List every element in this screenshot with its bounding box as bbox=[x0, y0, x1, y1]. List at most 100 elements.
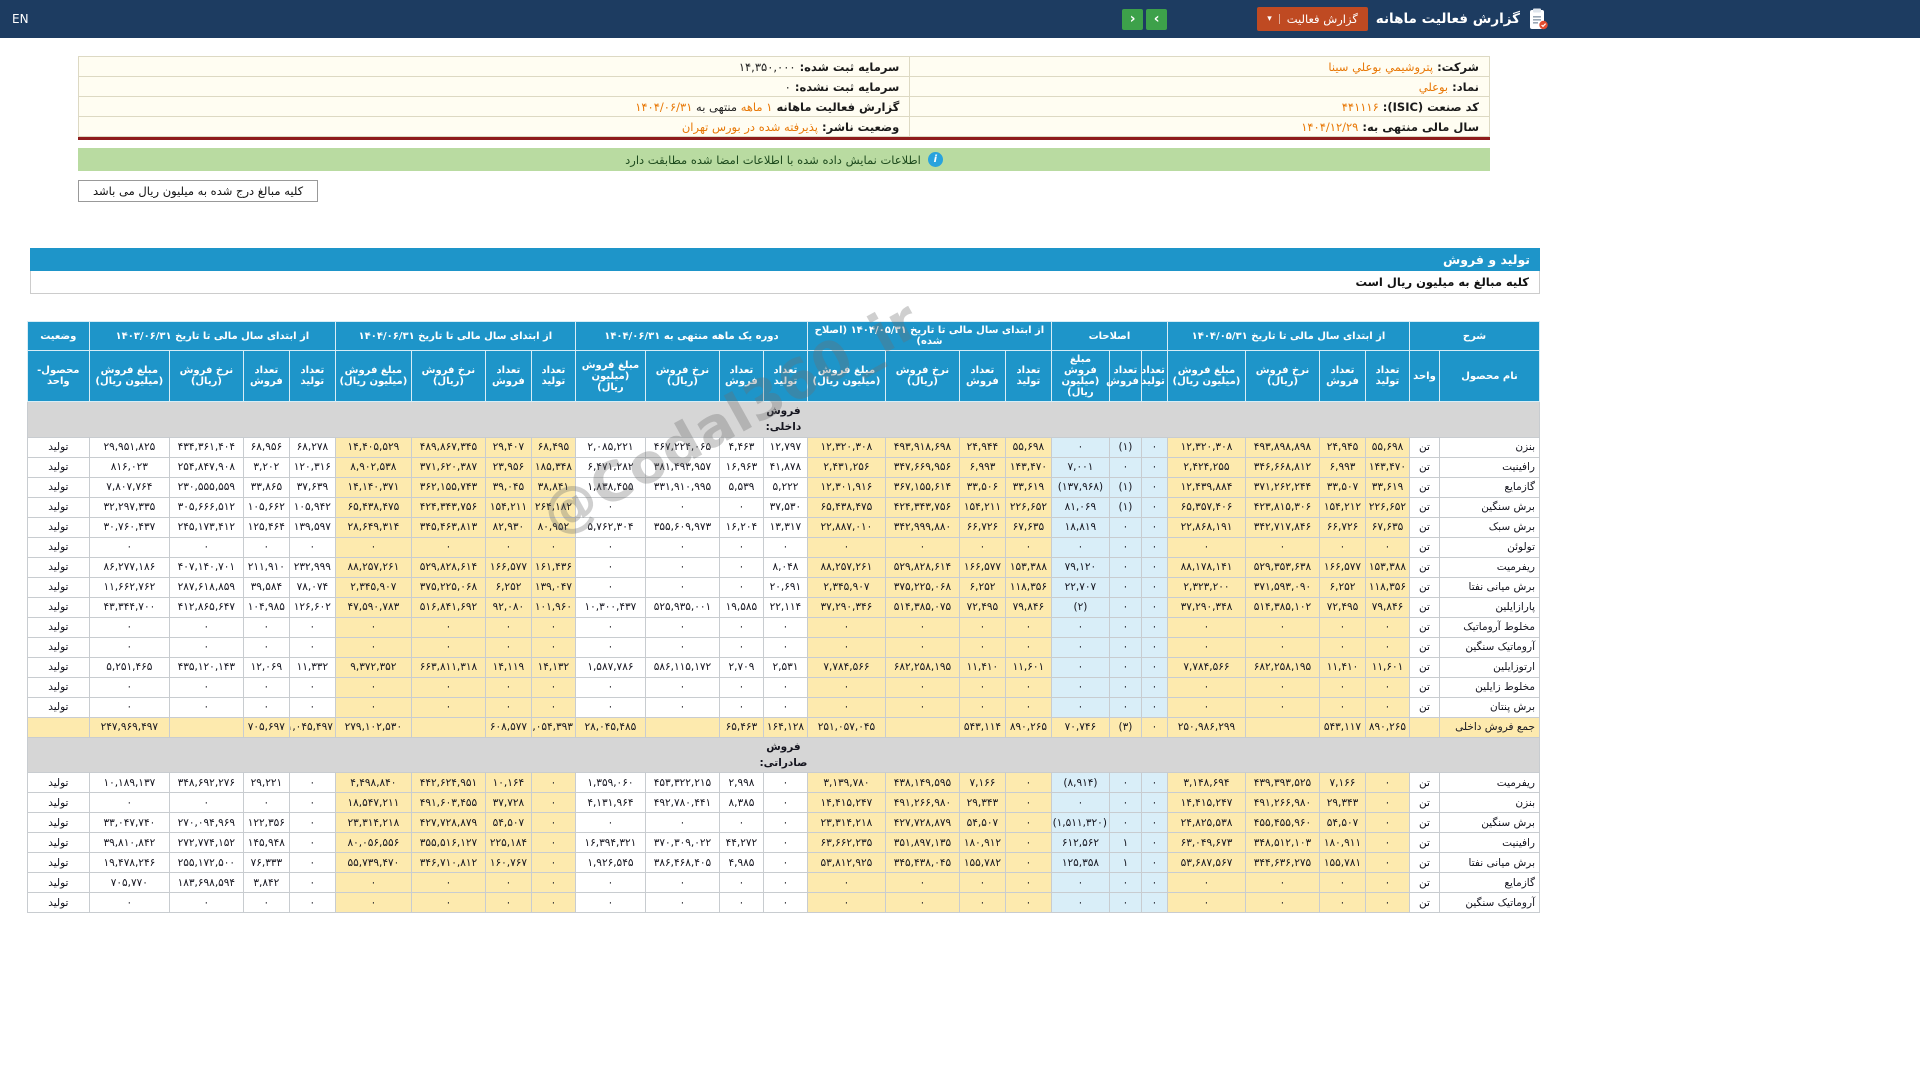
value-cell: ۸۱,۰۶۹ bbox=[1050, 496, 1110, 518]
value-cell: ۱۵۵,۷۸۱ bbox=[1318, 852, 1366, 874]
value-cell: ۰ bbox=[1050, 676, 1110, 698]
value-cell: ۰ bbox=[1364, 772, 1410, 794]
value-cell: ۰ bbox=[1004, 852, 1052, 874]
value-cell: ۳۴۴,۶۳۶,۲۷۵ bbox=[1244, 852, 1320, 874]
value-cell: ۴,۴۹۸,۸۴۰ bbox=[334, 772, 412, 794]
value-cell: ۵۴,۵۰۷ bbox=[484, 812, 532, 834]
value-cell: ۰ bbox=[530, 696, 576, 718]
value-cell: ۰ bbox=[288, 616, 336, 638]
value-cell: ۰ bbox=[644, 812, 720, 834]
value-cell: ۴۲۴,۳۴۳,۷۵۶ bbox=[410, 496, 486, 518]
value-cell: ۰ bbox=[410, 676, 486, 698]
value-cell: ۶,۲۵۲ bbox=[1318, 576, 1366, 598]
value-cell: ۴۴,۲۷۲ bbox=[718, 832, 764, 854]
value-cell: ۰ bbox=[574, 616, 646, 638]
product-name-cell: مخلوط زایلین bbox=[1439, 676, 1540, 698]
value-cell: ۰ bbox=[1108, 892, 1142, 914]
value-cell: ۲,۷۰۹ bbox=[718, 656, 764, 678]
value-cell: ۷۲,۴۹۵ bbox=[958, 596, 1006, 618]
value-cell: ۰ bbox=[884, 892, 960, 914]
value-cell: ۴۹۱,۲۶۶,۹۸۰ bbox=[1244, 792, 1320, 814]
value-cell: ۰ bbox=[644, 616, 720, 638]
value-cell: ۱۵۳,۳۸۸ bbox=[1004, 556, 1052, 578]
value-cell: ۲۲,۷۰۷ bbox=[1050, 576, 1110, 598]
value-cell: ۰ bbox=[1140, 576, 1168, 598]
value-cell: ۰ bbox=[1318, 892, 1366, 914]
value-cell: ۲۵۵,۱۷۲,۵۰۰ bbox=[168, 852, 244, 874]
unit-cell: تن bbox=[1408, 516, 1441, 538]
value-cell: ۰ bbox=[88, 696, 170, 718]
value-cell: ۳۵۱,۸۹۷,۱۳۵ bbox=[884, 832, 960, 854]
value-cell: ۲۷۹,۱۰۲,۵۳۰ bbox=[334, 716, 412, 738]
unit-cell: تن bbox=[1408, 696, 1441, 718]
value-cell: ۰ bbox=[644, 556, 720, 578]
value-cell: ۴۷,۵۹۰,۷۸۳ bbox=[334, 596, 412, 618]
value-cell: ۳,۲۰۲ bbox=[242, 456, 290, 478]
next-period-button[interactable]: › bbox=[1146, 8, 1168, 30]
value-cell: ۰ bbox=[574, 576, 646, 598]
value-cell: ۷۹,۸۴۶ bbox=[1004, 596, 1052, 618]
report-type-button[interactable]: گزارش فعالیت ▾ bbox=[1257, 7, 1368, 31]
value-cell: ۷۰,۷۴۶ bbox=[1050, 716, 1110, 738]
value-cell bbox=[1244, 716, 1320, 738]
section-label-cell: فروش داخلی: bbox=[26, 401, 1541, 438]
value-cell: ۰ bbox=[1140, 892, 1168, 914]
status-cell: تولید bbox=[26, 496, 90, 518]
value-cell: ۱۲۵,۴۶۴ bbox=[242, 516, 290, 538]
value-cell: ۱۲۵,۳۵۸ bbox=[1050, 852, 1110, 874]
value-cell: ۰ bbox=[574, 872, 646, 894]
value-cell: ۰ bbox=[1140, 792, 1168, 814]
status-cell: تولید bbox=[26, 892, 90, 914]
content-area: شرکت: پتروشيمي بوعلي سينا سرمایه ثبت شده:… bbox=[0, 56, 1560, 914]
value-cell: ۰ bbox=[1050, 892, 1110, 914]
value-cell: ۰ bbox=[288, 676, 336, 698]
language-toggle[interactable]: EN bbox=[12, 12, 29, 26]
value-cell: ۵,۷۶۲,۳۰۴ bbox=[574, 516, 646, 538]
value-cell: ۰ bbox=[1166, 616, 1246, 638]
value-cell: ۸۲,۹۳۰ bbox=[484, 516, 532, 538]
signature-match-banner: i اطلاعات نمایش داده شده با اطلاعات امضا… bbox=[78, 148, 1490, 171]
value-cell: ۴۲۴,۳۴۳,۷۵۶ bbox=[884, 496, 960, 518]
value-cell: ۰ bbox=[762, 676, 808, 698]
column-header: مبلغ فروش (میلیون ریال) bbox=[1050, 350, 1110, 402]
unit-cell: تن bbox=[1408, 556, 1441, 578]
column-header: مبلغ فروش (میلیون ریال) bbox=[806, 350, 886, 402]
status-cell: تولید bbox=[26, 852, 90, 874]
company-info-row: شرکت: پتروشيمي بوعلي سينا سرمایه ثبت شده:… bbox=[77, 56, 1490, 77]
column-header: نام محصول bbox=[1439, 350, 1540, 402]
value-cell: ۲۳,۹۵۶ bbox=[484, 456, 532, 478]
company-field: نماد: بوعلي bbox=[909, 76, 1490, 97]
value-cell: ۳۳,۵۰۷ bbox=[1318, 476, 1366, 498]
value-cell: ۸۰,۰۵۶,۵۵۶ bbox=[334, 832, 412, 854]
value-cell: ۰ bbox=[484, 536, 532, 558]
value-cell: ۵,۵۳۹ bbox=[718, 476, 764, 498]
product-name-cell: ارتوزایلین bbox=[1439, 656, 1540, 678]
column-header: نرخ فروش (ریال) bbox=[884, 350, 960, 402]
product-name-cell: بنزن bbox=[1439, 792, 1540, 814]
value-cell: ۶,۹۹۳ bbox=[1318, 456, 1366, 478]
value-cell: ۰ bbox=[1108, 636, 1142, 658]
column-header: محصول-واحد bbox=[26, 350, 90, 402]
value-cell: ۰ bbox=[1108, 772, 1142, 794]
value-cell: ۰ bbox=[1364, 676, 1410, 698]
value-cell: ۷,۱۶۶ bbox=[1318, 772, 1366, 794]
column-header: تعداد فروش bbox=[718, 350, 764, 402]
value-cell: ۰ bbox=[88, 536, 170, 558]
value-cell: ۰ bbox=[762, 792, 808, 814]
unit-cell: تن bbox=[1408, 596, 1441, 618]
value-cell: ۳۸,۸۴۱ bbox=[530, 476, 576, 498]
value-cell: ۸۶,۲۷۷,۱۸۶ bbox=[88, 556, 170, 578]
value-cell: ۰ bbox=[1166, 872, 1246, 894]
value-cell: ۲۶۴,۱۸۲ bbox=[530, 496, 576, 518]
value-cell: ۳۳,۰۴۷,۷۴۰ bbox=[88, 812, 170, 834]
value-cell: ۰ bbox=[1318, 616, 1366, 638]
value-cell: ۰ bbox=[1108, 556, 1142, 578]
company-field: وضعیت ناشر: پذيرفته شده در بورس تهران bbox=[77, 116, 911, 137]
prev-period-button[interactable]: ‹ bbox=[1122, 8, 1144, 30]
value-cell: ۰ bbox=[718, 872, 764, 894]
value-cell: ۰ bbox=[1140, 872, 1168, 894]
value-cell: ۳۹,۵۸۴ bbox=[242, 576, 290, 598]
value-cell: ۱۶۱,۴۳۶ bbox=[530, 556, 576, 578]
value-cell: ۰ bbox=[530, 636, 576, 658]
value-cell: ۰ bbox=[530, 616, 576, 638]
